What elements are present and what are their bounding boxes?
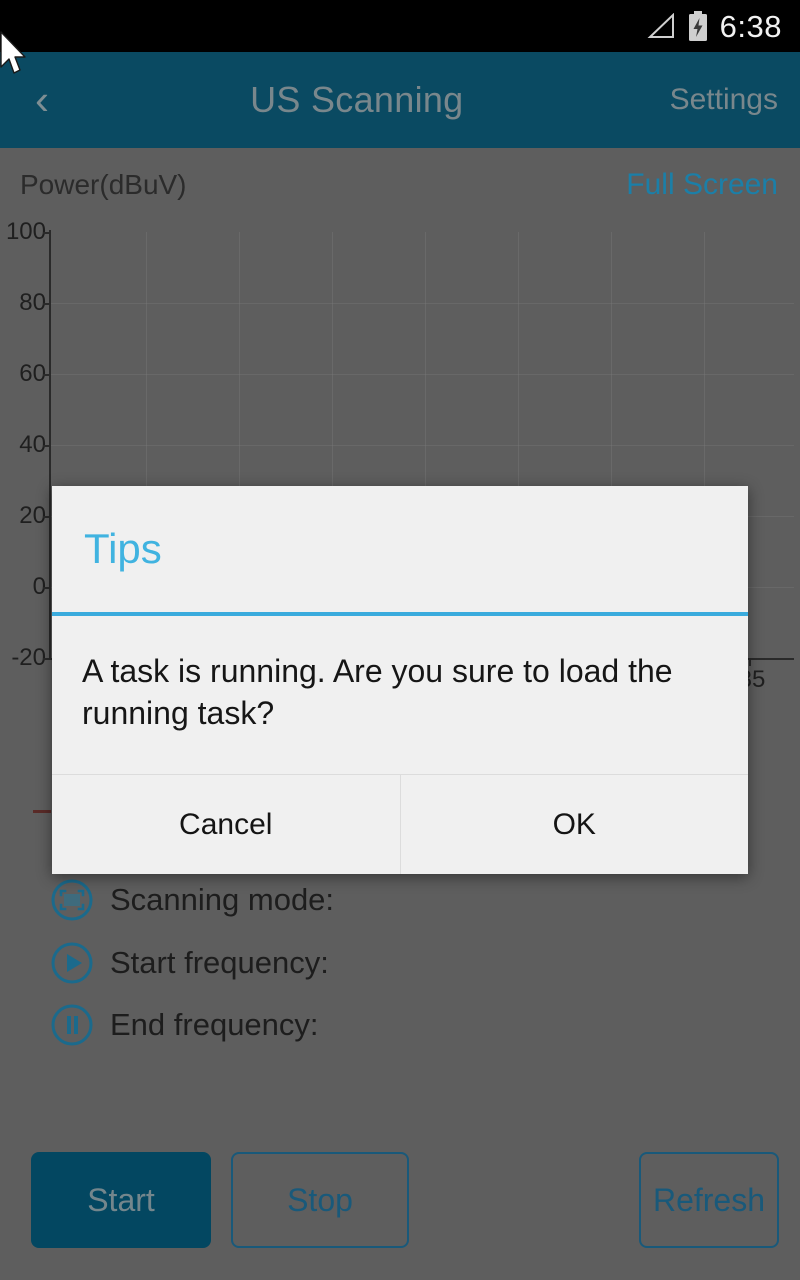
dialog-button-row: Cancel OK — [52, 774, 749, 875]
mouse-pointer-icon — [0, 31, 30, 81]
tips-dialog: Tips A task is running. Are you sure to … — [52, 486, 749, 875]
dialog-scrim: Tips A task is running. Are you sure to … — [0, 0, 800, 1280]
dialog-ok-button[interactable]: OK — [401, 775, 749, 874]
dialog-title: Tips — [84, 525, 162, 572]
dialog-cancel-button[interactable]: Cancel — [52, 775, 400, 874]
app-screen: 6:38 ‹ US Scanning Settings Power(dBuV) … — [0, 0, 800, 1280]
dialog-message: A task is running. Are you sure to load … — [82, 653, 673, 732]
